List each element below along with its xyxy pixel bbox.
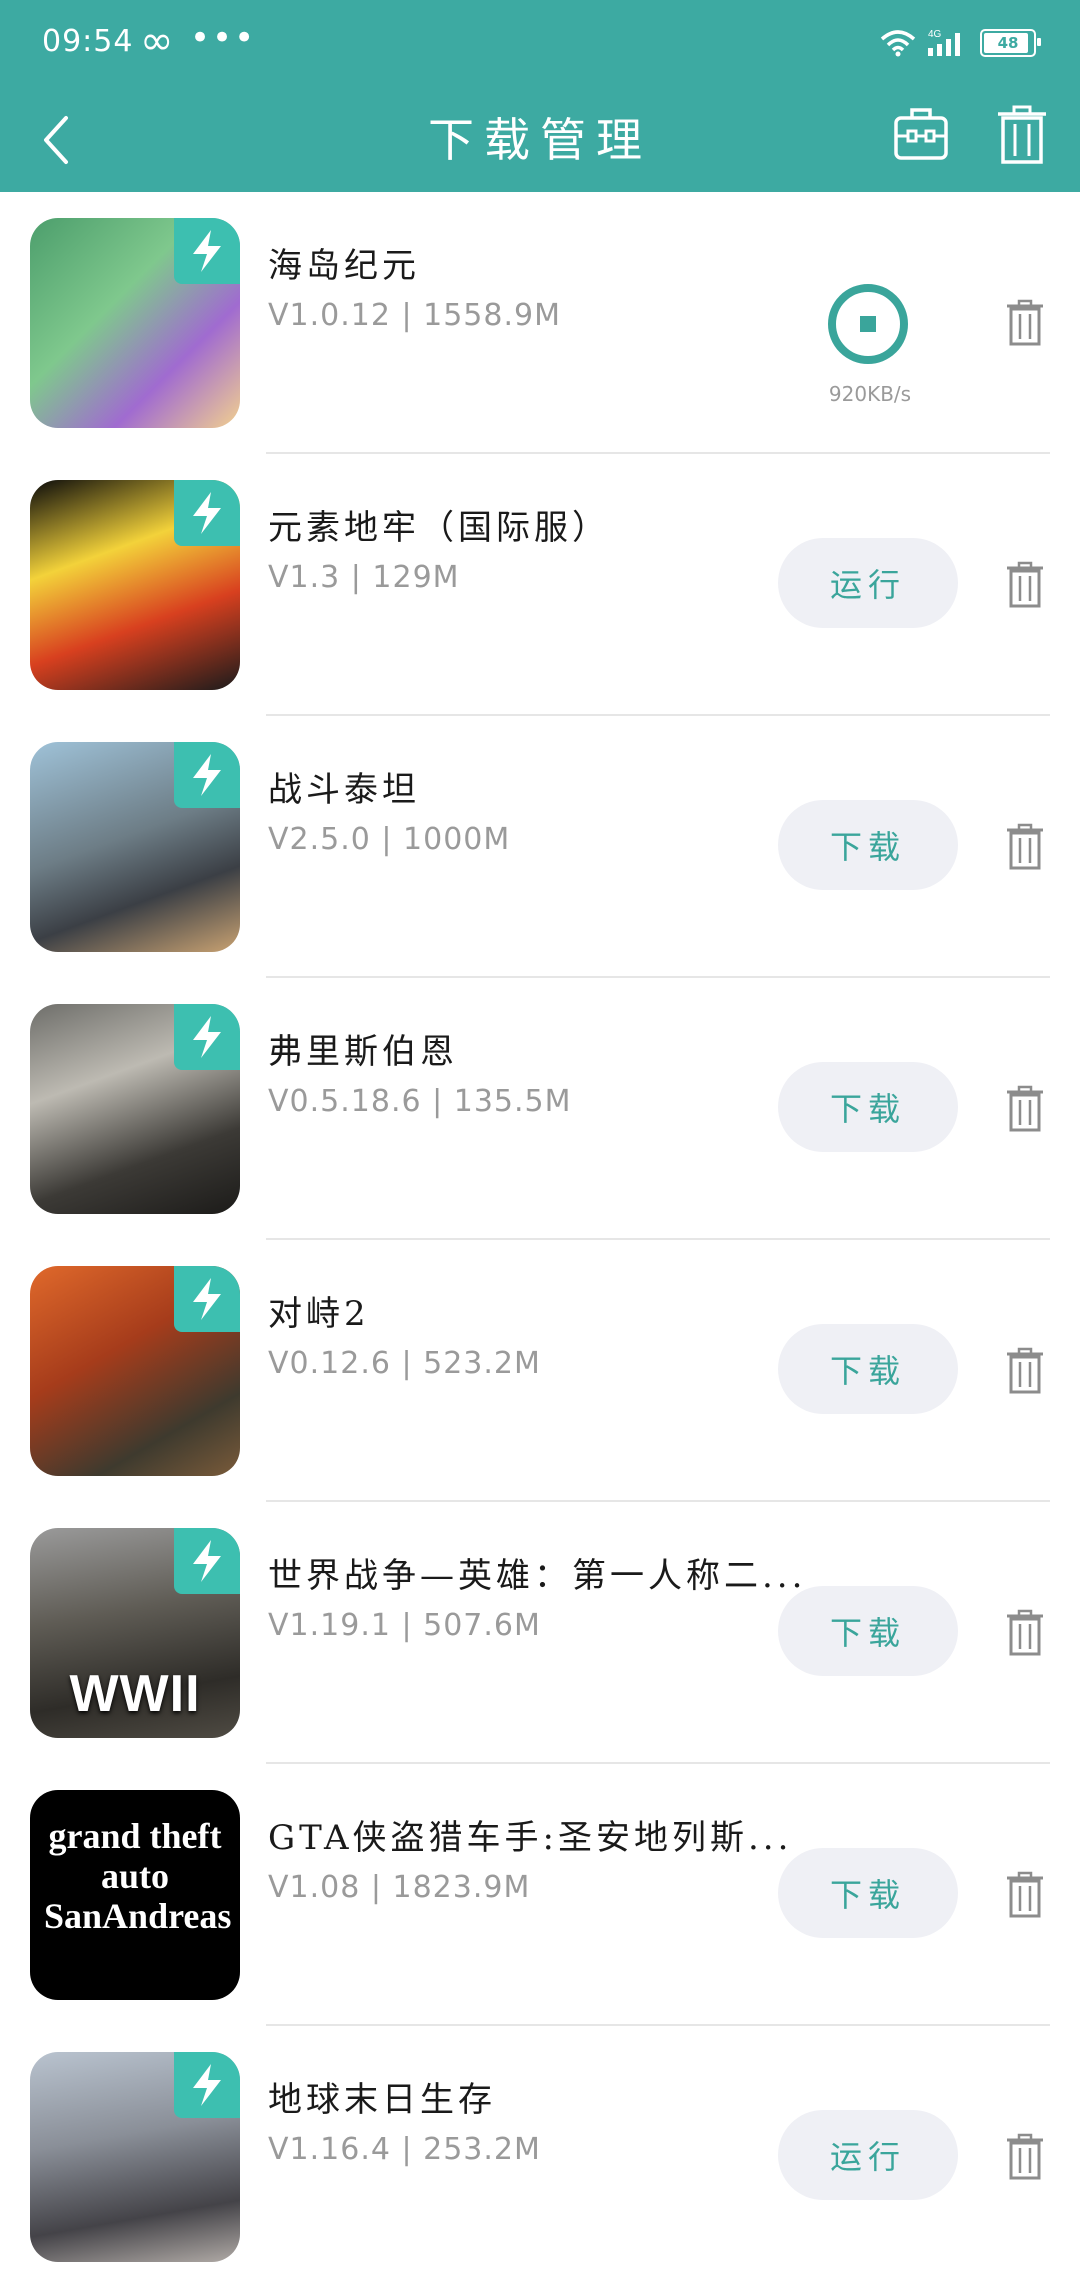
app-header: 09:54 ∞ ••• 4G 48 下载管理: [0, 0, 1080, 192]
download-button[interactable]: 下载: [778, 1324, 958, 1414]
download-speed: 920KB/s: [828, 382, 912, 406]
battery-level: 48: [997, 34, 1019, 52]
lightning-badge-icon: [174, 742, 240, 808]
delete-item-button[interactable]: [1006, 822, 1044, 870]
list-item[interactable]: 弗里斯伯恩 V0.5.18.6 | 135.5M 下载: [0, 978, 1080, 1240]
app-icon[interactable]: grand theft auto SanAndreas: [30, 1790, 240, 2000]
list-item[interactable]: grand theft auto SanAndreas GTA侠盗猎车手:圣安地…: [0, 1764, 1080, 2026]
app-name: 元素地牢（国际服）: [268, 508, 610, 548]
list-item[interactable]: 海岛纪元 V1.0.12 | 1558.9M 920KB/s: [0, 192, 1080, 454]
delete-item-button[interactable]: [1006, 1608, 1044, 1656]
lightning-badge-icon: [174, 1528, 240, 1594]
app-name: 世界战争—英雄：第一人称二...: [268, 1556, 807, 1596]
toolbox-icon[interactable]: [893, 104, 949, 164]
icon-text: WWII: [69, 1665, 201, 1723]
app-version-size: V0.12.6 | 523.2M: [268, 1346, 541, 1381]
app-icon[interactable]: [30, 1004, 240, 1214]
app-version-size: V1.08 | 1823.9M: [268, 1870, 531, 1905]
app-icon[interactable]: [30, 1266, 240, 1476]
status-time: 09:54: [42, 24, 134, 59]
icon-text: grand theft auto SanAndreas: [44, 1816, 232, 1936]
app-icon[interactable]: [30, 2052, 240, 2262]
app-icon[interactable]: [30, 742, 240, 952]
lightning-badge-icon: [174, 1266, 240, 1332]
delete-item-button[interactable]: [1006, 1084, 1044, 1132]
app-version-size: V1.16.4 | 253.2M: [268, 2132, 541, 2167]
signal-icon: 4G: [926, 28, 970, 58]
more-notifications-icon: •••: [190, 18, 257, 58]
app-icon[interactable]: WWII: [30, 1528, 240, 1738]
app-version-size: V2.5.0 | 1000M: [268, 822, 511, 857]
download-button[interactable]: 下载: [778, 800, 958, 890]
app-version-size: V0.5.18.6 | 135.5M: [268, 1084, 572, 1119]
list-item[interactable]: WWII 世界战争—英雄：第一人称二... V1.19.1 | 507.6M 下…: [0, 1502, 1080, 1764]
app-icon[interactable]: [30, 218, 240, 428]
lightning-badge-icon: [174, 1004, 240, 1070]
lightning-badge-icon: [174, 480, 240, 546]
delete-item-button[interactable]: [1006, 2132, 1044, 2180]
app-version-size: V1.0.12 | 1558.9M: [268, 298, 561, 333]
list-item[interactable]: 战斗泰坦 V2.5.0 | 1000M 下载: [0, 716, 1080, 978]
lightning-badge-icon: [174, 2052, 240, 2118]
delete-item-button[interactable]: [1006, 1346, 1044, 1394]
delete-item-button[interactable]: [1006, 1870, 1044, 1918]
download-button[interactable]: 下载: [778, 1062, 958, 1152]
download-button[interactable]: 下载: [778, 1586, 958, 1676]
status-bar: 09:54 ∞ ••• 4G 48: [0, 0, 1080, 90]
app-version-size: V1.3 | 129M: [268, 560, 460, 595]
run-button[interactable]: 运行: [778, 2110, 958, 2200]
wifi-icon: [880, 29, 916, 57]
app-name: GTA侠盗猎车手:圣安地列斯...: [268, 1818, 793, 1858]
run-button[interactable]: 运行: [778, 538, 958, 628]
infinity-icon: ∞: [140, 18, 174, 64]
app-name: 对峙2: [268, 1294, 370, 1334]
app-name: 海岛纪元: [268, 246, 420, 286]
app-version-size: V1.19.1 | 507.6M: [268, 1608, 541, 1643]
download-button[interactable]: 下载: [778, 1848, 958, 1938]
download-list: 海岛纪元 V1.0.12 | 1558.9M 920KB/s 元素地牢（国际服）…: [0, 192, 1080, 2288]
delete-all-button[interactable]: [996, 102, 1048, 166]
status-indicators: 4G 48: [880, 26, 1041, 60]
nav-bar: 下载管理: [0, 90, 1080, 192]
app-name: 战斗泰坦: [268, 770, 420, 810]
app-name: 地球末日生存: [268, 2080, 496, 2120]
list-item[interactable]: 对峙2 V0.12.6 | 523.2M 下载: [0, 1240, 1080, 1502]
delete-item-button[interactable]: [1006, 560, 1044, 608]
stop-download-button[interactable]: [826, 282, 910, 366]
lightning-badge-icon: [174, 218, 240, 284]
app-icon[interactable]: [30, 480, 240, 690]
battery-icon: 48: [980, 29, 1041, 57]
app-name: 弗里斯伯恩: [268, 1032, 458, 1072]
list-item[interactable]: 地球末日生存 V1.16.4 | 253.2M 运行: [0, 2026, 1080, 2288]
delete-item-button[interactable]: [1006, 298, 1044, 346]
list-item[interactable]: 元素地牢（国际服） V1.3 | 129M 运行: [0, 454, 1080, 716]
network-type: 4G: [928, 29, 942, 40]
